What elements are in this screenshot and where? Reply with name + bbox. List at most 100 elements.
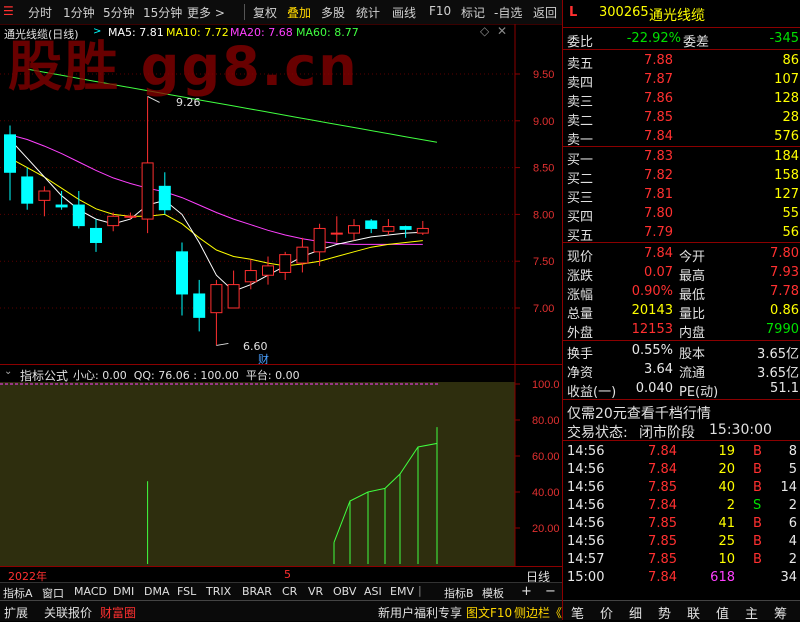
tab-dma[interactable]: DMA bbox=[144, 585, 170, 598]
tick-price: 7.84 bbox=[648, 444, 677, 459]
stat-value: 7990 bbox=[765, 322, 799, 337]
quote-panel: L 300265 通光线缆 委比 -22.92% 委差 -345 卖五 7.88 8… bbox=[562, 0, 800, 622]
bid-price: 7.80 bbox=[644, 206, 673, 221]
tab-15min[interactable]: 15分钟 bbox=[143, 4, 182, 21]
quote-tab[interactable]: 价 bbox=[600, 603, 613, 622]
tab-brar[interactable]: BRAR bbox=[242, 585, 272, 598]
tab-5min[interactable]: 5分钟 bbox=[103, 4, 135, 21]
tab-emv[interactable]: EMV bbox=[390, 585, 414, 598]
weibi-label: 委比 bbox=[567, 35, 594, 50]
tab-dmi[interactable]: DMI bbox=[113, 585, 134, 598]
bid-row: 买五 7.79 56 bbox=[563, 224, 800, 244]
quote-tab[interactable]: 联 bbox=[687, 603, 700, 622]
fuquan-button[interactable]: 复权 bbox=[253, 4, 277, 21]
tick-row: 14:56 7.85 25 B 4 bbox=[563, 533, 800, 552]
divider bbox=[563, 340, 800, 341]
tab-more[interactable]: 更多 > bbox=[187, 4, 225, 21]
quote-tab[interactable]: 筹 bbox=[774, 603, 787, 622]
indicator-background bbox=[0, 382, 515, 566]
f10-button[interactable]: F10 bbox=[429, 4, 451, 18]
chevron-right-icon: > bbox=[93, 26, 102, 37]
bid-level-label: 买三 bbox=[567, 191, 594, 206]
zixuan-button[interactable]: -自选 bbox=[494, 4, 522, 21]
duogu-button[interactable]: 多股 bbox=[321, 4, 345, 21]
y-tick-label: 8.00 bbox=[533, 209, 554, 221]
settings-diamond-icon[interactable]: ◇ bbox=[480, 24, 489, 38]
tab-indicator-a[interactable]: 指标A bbox=[3, 585, 33, 601]
tick-row: 14:56 7.84 20 B 5 bbox=[563, 461, 800, 480]
candle-body bbox=[262, 265, 274, 276]
stat-row: 收益(一) 0.040 PE(动) 51.1 bbox=[563, 380, 800, 400]
huaxian-button[interactable]: 画线 bbox=[392, 4, 416, 21]
close-icon[interactable]: ✕ bbox=[497, 24, 507, 38]
tab-window[interactable]: 窗口 bbox=[42, 585, 64, 601]
stat-label: 换手 bbox=[567, 347, 594, 362]
quote-tab[interactable]: 势 bbox=[658, 603, 671, 622]
tab-cr[interactable]: CR bbox=[282, 585, 297, 598]
ma20-line bbox=[9, 134, 423, 245]
promo-row[interactable]: 仅需20元查看千档行情 bbox=[563, 402, 800, 423]
stat-value: 7.78 bbox=[770, 284, 799, 299]
tab-obv[interactable]: OBV bbox=[333, 585, 356, 598]
expand-button[interactable]: 扩展 bbox=[4, 604, 28, 621]
quote-tab[interactable]: 笔 bbox=[571, 603, 584, 622]
bid-row: 买四 7.80 55 bbox=[563, 205, 800, 225]
promo-text[interactable]: 仅需20元查看千档行情 bbox=[567, 403, 711, 423]
stat-value: 12153 bbox=[631, 322, 673, 337]
menu-icon[interactable]: ☰ bbox=[3, 4, 14, 18]
y-tick-label: 9.00 bbox=[533, 116, 554, 128]
candle-body bbox=[244, 270, 257, 283]
tab-vr[interactable]: VR bbox=[308, 585, 323, 598]
tab-asi[interactable]: ASI bbox=[364, 585, 382, 598]
tongji-button[interactable]: 统计 bbox=[356, 4, 380, 21]
ask-price: 7.84 bbox=[644, 129, 673, 144]
stat-label: PE(动) bbox=[679, 385, 719, 400]
tab-trix[interactable]: TRIX bbox=[206, 585, 231, 598]
add-tab-button[interactable]: + bbox=[521, 584, 532, 599]
stat-row: 总量 20143 量比 0.86 bbox=[563, 302, 800, 322]
stat-value: 3.64 bbox=[644, 362, 673, 377]
quote-header: L 300265 通光线缆 bbox=[563, 4, 800, 26]
tab-scroll-icon[interactable]: | bbox=[418, 584, 422, 597]
weicha-label: 委差 bbox=[683, 35, 710, 50]
tab-fenshi[interactable]: 分时 bbox=[28, 4, 52, 21]
tick-volume: 2 bbox=[726, 498, 735, 513]
bid-volume: 158 bbox=[774, 168, 799, 183]
related-quotes-tab[interactable]: 关联报价 bbox=[44, 604, 92, 621]
candle-body bbox=[382, 226, 395, 232]
sidebar-toggle[interactable]: 侧边栏《 bbox=[514, 604, 562, 621]
new-user-benefit-link[interactable]: 新用户福利专享 bbox=[378, 604, 462, 621]
bid-price: 7.81 bbox=[644, 187, 673, 202]
candle-body bbox=[38, 190, 51, 201]
candle-body bbox=[348, 225, 360, 234]
tab-macd[interactable]: MACD bbox=[74, 585, 107, 598]
tab-template[interactable]: 模板 bbox=[482, 585, 504, 601]
f10-graphic-tab[interactable]: 图文F10 bbox=[466, 604, 512, 621]
divider bbox=[563, 27, 800, 28]
ask-level-label: 卖四 bbox=[567, 76, 594, 91]
candle-body bbox=[55, 204, 68, 208]
divider bbox=[563, 146, 800, 147]
tab-1min[interactable]: 1分钟 bbox=[63, 4, 95, 21]
diejia-button[interactable]: 叠加 bbox=[287, 4, 311, 21]
toolbar-divider bbox=[244, 4, 245, 20]
wealth-circle-tab[interactable]: 财富圈 bbox=[100, 604, 136, 621]
tick-volume: 25 bbox=[718, 534, 735, 549]
tick-direction: B bbox=[753, 444, 762, 459]
bid-level-label: 买四 bbox=[567, 210, 594, 225]
quote-tab[interactable]: 值 bbox=[716, 603, 729, 622]
ask-level-label: 卖二 bbox=[567, 114, 594, 129]
stock-name: 通光线缆 bbox=[649, 8, 705, 24]
ask-volume: 86 bbox=[782, 53, 799, 68]
y-tick-label: 8.50 bbox=[533, 163, 554, 175]
tab-fsl[interactable]: FSL bbox=[177, 585, 196, 598]
stat-value: 0.55% bbox=[631, 343, 673, 358]
quote-tab[interactable]: 细 bbox=[629, 603, 642, 622]
quote-tab[interactable]: 主 bbox=[745, 603, 758, 622]
indicator-chart[interactable]: 100.0 80.00 60.00 40.00 20.00 bbox=[0, 364, 562, 566]
weibi-row: 委比 -22.92% 委差 -345 bbox=[563, 30, 800, 50]
back-button[interactable]: 返回 bbox=[533, 4, 557, 21]
tab-indicator-b[interactable]: 指标B bbox=[444, 585, 474, 601]
remove-tab-button[interactable]: − bbox=[545, 584, 556, 599]
biaoji-button[interactable]: 标记 bbox=[461, 4, 485, 21]
